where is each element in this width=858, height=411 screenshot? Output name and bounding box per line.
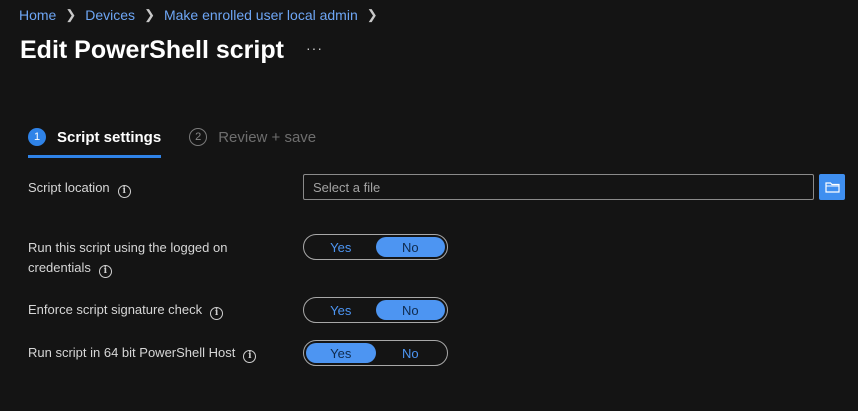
tab-review-save[interactable]: 2 Review + save xyxy=(189,128,316,146)
label-line: Run this script using the logged on xyxy=(28,240,228,255)
step-label: Review + save xyxy=(218,128,317,146)
script-location-label: Script location i xyxy=(28,178,131,198)
yes-option[interactable]: Yes xyxy=(306,300,376,320)
no-option[interactable]: No xyxy=(376,343,446,363)
page-title: Edit PowerShell script xyxy=(20,36,284,64)
chevron-right-icon: ❯ xyxy=(144,7,155,22)
folder-icon xyxy=(824,182,840,193)
step-label: Script settings xyxy=(57,128,162,146)
logged-on-credentials-label: Run this script using the logged on cred… xyxy=(28,238,227,278)
chevron-right-icon: ❯ xyxy=(366,7,378,22)
signature-check-toggle: Yes No xyxy=(303,297,448,323)
breadcrumb-devices[interactable]: Devices xyxy=(85,7,135,23)
step-number-badge: 2 xyxy=(189,128,208,146)
chevron-right-icon: ❯ xyxy=(65,7,77,22)
breadcrumb-script[interactable]: Make enrolled user local admin xyxy=(164,7,358,23)
script-location-input[interactable] xyxy=(303,174,814,200)
browse-file-button[interactable] xyxy=(819,174,845,200)
label-text: Enforce script signature check xyxy=(28,302,203,317)
breadcrumb: Home ❯ Devices ❯ Make enrolled user loca… xyxy=(19,7,387,23)
breadcrumb-home[interactable]: Home xyxy=(19,7,56,23)
info-icon[interactable]: i xyxy=(117,185,131,198)
no-option[interactable]: No xyxy=(375,300,445,320)
run-64bit-toggle: Yes No xyxy=(303,340,448,366)
info-icon[interactable]: i xyxy=(210,307,224,320)
yes-option[interactable]: Yes xyxy=(306,343,376,363)
signature-check-label: Enforce script signature check i xyxy=(28,300,224,320)
script-location-text: Script location xyxy=(28,180,110,195)
wizard-steps: 1 Script settings 2 Review + save xyxy=(28,128,316,158)
info-icon[interactable]: i xyxy=(98,265,112,278)
step-number-badge: 1 xyxy=(28,128,46,146)
info-icon[interactable]: i xyxy=(243,350,257,363)
logged-on-credentials-toggle: Yes No xyxy=(303,234,448,260)
label-line: credentials xyxy=(28,260,91,275)
label-text: Run script in 64 bit PowerShell Host xyxy=(28,345,236,360)
tab-script-settings[interactable]: 1 Script settings xyxy=(28,128,162,158)
more-options-button[interactable]: ··· xyxy=(306,40,323,56)
run-64bit-label: Run script in 64 bit PowerShell Host i xyxy=(28,343,257,363)
yes-option[interactable]: Yes xyxy=(306,237,376,257)
no-option[interactable]: No xyxy=(375,237,445,257)
